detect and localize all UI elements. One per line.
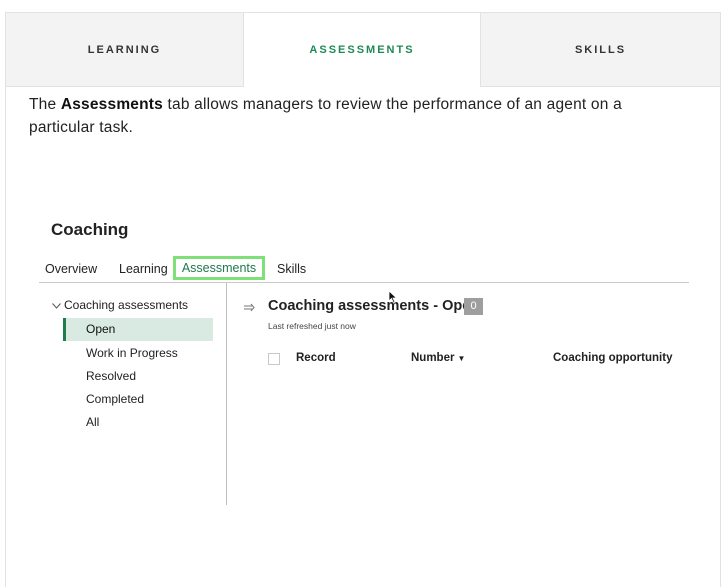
intro-bold-term: Assessments xyxy=(60,96,163,113)
tab-learning[interactable]: LEARNING xyxy=(6,13,243,87)
select-all-checkbox[interactable] xyxy=(268,353,280,365)
subnav-assessments[interactable]: Assessments xyxy=(173,256,265,280)
tree-item-all[interactable]: All xyxy=(86,415,99,429)
section-tabs: LEARNING ASSESSMENTS SKILLS xyxy=(6,13,720,87)
column-number-label: Number xyxy=(411,352,455,364)
sort-down-icon: ▼ xyxy=(457,354,466,363)
app-subnav: Overview Learning Assessments Skills xyxy=(39,256,689,283)
column-header-number[interactable]: Number ▼ xyxy=(411,352,465,364)
app-title: Coaching xyxy=(51,220,129,239)
intro-paragraph: The Assessments tab allows managers to r… xyxy=(29,93,669,139)
intro-prefix: The xyxy=(29,96,61,113)
last-refreshed-text: Last refreshed just now xyxy=(268,321,356,331)
subnav-learning[interactable]: Learning xyxy=(119,262,168,276)
subnav-overview[interactable]: Overview xyxy=(45,262,97,276)
tree-item-open[interactable]: Open xyxy=(63,318,213,341)
list-menu-icon[interactable] xyxy=(244,303,256,316)
assessment-tree: Coaching assessments Open Work in Progre… xyxy=(39,283,227,505)
subnav-skills[interactable]: Skills xyxy=(277,262,306,276)
mouse-pointer-icon xyxy=(388,290,398,309)
tree-heading[interactable]: Coaching assessments xyxy=(52,298,188,312)
tab-skills[interactable]: SKILLS xyxy=(481,13,720,87)
tree-item-label: Open xyxy=(86,322,116,336)
chevron-down-icon xyxy=(52,301,64,312)
tab-assessments[interactable]: ASSESSMENTS xyxy=(243,13,481,87)
column-header-record[interactable]: Record xyxy=(296,352,336,364)
tree-item-work-in-progress[interactable]: Work in Progress xyxy=(86,346,178,360)
tree-item-resolved[interactable]: Resolved xyxy=(86,369,136,383)
list-title: Coaching assessments - Open xyxy=(268,298,480,314)
tree-heading-label: Coaching assessments xyxy=(64,298,189,312)
column-header-coaching-opportunity[interactable]: Coaching opportunity xyxy=(553,352,672,364)
record-count-badge: 0 xyxy=(464,298,483,315)
tree-item-completed[interactable]: Completed xyxy=(86,392,144,406)
